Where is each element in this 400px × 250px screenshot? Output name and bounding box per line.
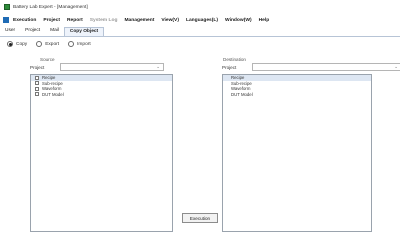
execute-button[interactable]: Execution [182, 213, 218, 223]
battery-app-icon [4, 4, 10, 10]
list-item-label: Recipe [42, 75, 56, 81]
tab-mail[interactable]: Mail [45, 27, 64, 36]
list-item-label: DUT Model [231, 91, 253, 97]
radio-import-label: Import [77, 41, 91, 47]
source-title: Source [40, 57, 55, 62]
menu-item-languages[interactable]: Languages(L) [186, 18, 218, 23]
list-item[interactable]: DUT Model [223, 92, 371, 98]
radio-copy[interactable]: Copy [7, 41, 27, 47]
destination-title: Destination [223, 57, 246, 62]
menu-item-system-log[interactable]: System Log [90, 18, 118, 23]
chevron-down-icon: ⌄ [156, 64, 160, 69]
radio-unselected-icon [36, 41, 43, 47]
list-item-label: Sub-recipe [42, 80, 63, 86]
menu-item-view[interactable]: View(V) [161, 18, 179, 23]
radio-export[interactable]: Export [36, 41, 59, 47]
tab-user[interactable]: User [0, 27, 20, 36]
app-menu-icon[interactable] [3, 17, 9, 23]
menu-item-window[interactable]: Window(W) [225, 18, 252, 23]
source-project-label: Project [30, 64, 45, 70]
list-item-label: Waveform [42, 86, 62, 92]
source-object-list[interactable]: Recipe Sub-recipe Waveform DUT Model [30, 74, 173, 232]
destination-object-list[interactable]: Recipe Sub-recipe Waveform DUT Model [222, 74, 372, 232]
menu-item-management[interactable]: Management [124, 18, 154, 23]
destination-project-select[interactable]: ⌄ [252, 63, 400, 71]
list-item-label: DUT Model [42, 91, 64, 97]
radio-unselected-icon [68, 41, 75, 47]
checkbox[interactable] [35, 75, 39, 80]
list-item-label: Sub-recipe [231, 80, 252, 86]
source-project-row: Project ⌄ [30, 63, 164, 71]
title-bar: Battery Lab Expert - [Management] [0, 0, 400, 14]
menu-item-execution[interactable]: Execution [13, 18, 36, 23]
source-project-select[interactable]: ⌄ [60, 63, 164, 71]
checkbox[interactable] [35, 92, 39, 97]
radio-selected-icon [7, 41, 13, 47]
radio-export-label: Export [45, 41, 60, 47]
menu-item-report[interactable]: Report [67, 18, 83, 23]
destination-project-label: Project [222, 64, 237, 70]
list-item-label: Recipe [231, 75, 245, 81]
checkbox[interactable] [35, 86, 39, 91]
radio-import[interactable]: Import [68, 41, 91, 47]
list-item[interactable]: DUT Model [31, 92, 172, 98]
checkbox[interactable] [35, 81, 39, 86]
window-title: Battery Lab Expert - [Management] [13, 4, 88, 10]
menu-item-project[interactable]: Project [43, 18, 60, 23]
destination-project-row: Project ⌄ [222, 63, 400, 71]
list-item-label: Waveform [231, 86, 251, 92]
tab-copy-object[interactable]: Copy Object [63, 27, 105, 36]
tab-bar: User Project Mail Copy Object [0, 27, 400, 37]
mode-radio-group: Copy Export Import [7, 41, 100, 47]
chevron-down-icon: ⌄ [394, 64, 398, 69]
menu-bar: Execution Project Report System Log Mana… [0, 14, 400, 26]
tab-project[interactable]: Project [20, 27, 45, 36]
radio-copy-label: Copy [16, 41, 28, 47]
menu-item-help[interactable]: Help [259, 18, 270, 23]
